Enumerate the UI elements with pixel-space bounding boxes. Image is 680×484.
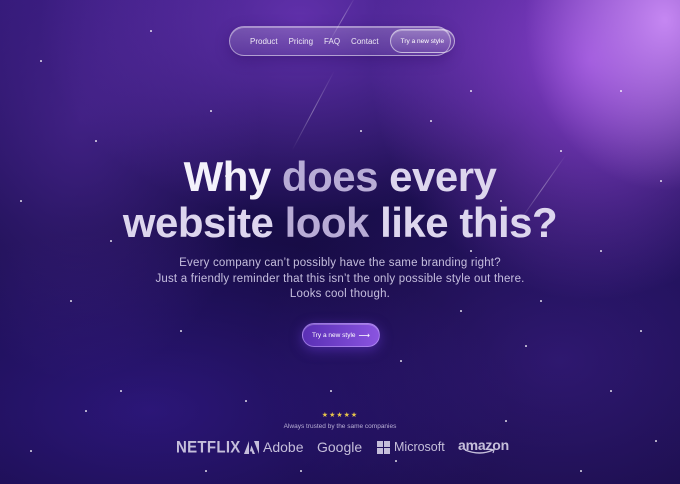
light-streak (291, 70, 335, 151)
arrow-right-icon: ⟶ (358, 330, 370, 340)
logo-netflix: NETFLIX (176, 436, 241, 458)
headline-word: Why (183, 153, 272, 200)
logo-adobe-text: Adobe (263, 439, 304, 455)
logo-google: Google (317, 437, 362, 457)
star-dot (470, 250, 472, 252)
logo-google-text: Google (317, 439, 363, 455)
star-dot (620, 90, 622, 92)
logo-microsoft: Microsoft (377, 437, 445, 457)
star-dot (120, 390, 122, 392)
star-dot (210, 110, 212, 112)
top-nav-bar: Product Pricing FAQ Contact Try a new st… (229, 26, 456, 56)
nav-try-new-style-button[interactable]: Try a new style (389, 29, 456, 53)
star-dot (600, 250, 602, 252)
amazon-smile-icon (464, 449, 495, 454)
star-dot (360, 130, 362, 132)
star-dot (470, 90, 472, 92)
star-dot (430, 120, 432, 122)
adobe-mark-icon (244, 440, 259, 454)
star-dot (150, 30, 152, 32)
headline-word: this? (459, 199, 558, 246)
nav-link-pricing[interactable]: Pricing (289, 37, 313, 46)
star-dot (505, 420, 507, 422)
headline-word: look (284, 199, 370, 246)
hero-subtitle-line-2: Just a friendly reminder that this isn’t… (155, 273, 525, 285)
star-dot (640, 330, 642, 332)
star-dot (330, 390, 332, 392)
headline-word: like (380, 199, 449, 246)
star-dot (30, 450, 32, 452)
star-dot (40, 60, 42, 62)
hero-headline: Why does every website look like this? (0, 154, 680, 246)
star-dot (245, 400, 247, 402)
logo-netflix-text: NETFLIX (176, 437, 241, 457)
logo-amazon: amazon (458, 437, 509, 457)
hero-subtitle-line-3: Looks cool though. (289, 288, 391, 300)
star-dot (460, 310, 462, 312)
hero-cta-label: Try a new style (312, 331, 356, 339)
star-dot (525, 345, 527, 347)
star-dot (580, 470, 582, 472)
star-dot (400, 360, 402, 362)
headline-line-1: Why does every (0, 154, 680, 200)
star-dot (70, 300, 72, 302)
trust-label: Always trusted by the same companies (283, 423, 397, 430)
star-dot (180, 330, 182, 332)
star-dot (205, 470, 207, 472)
microsoft-grid-icon (377, 440, 390, 454)
hero-try-new-style-button[interactable]: Try a new style ⟶ (302, 323, 380, 347)
star-dot (655, 440, 657, 442)
logo-microsoft-text: Microsoft (394, 440, 445, 454)
nav-link-contact[interactable]: Contact (351, 37, 379, 46)
nav-link-faq[interactable]: FAQ (324, 37, 340, 46)
headline-word: every (389, 153, 497, 200)
star-dot (95, 140, 97, 142)
headline-word: website (122, 199, 274, 246)
star-dot (540, 300, 542, 302)
nav-link-product[interactable]: Product (250, 37, 278, 46)
star-dot (395, 460, 397, 462)
headline-word: does (281, 153, 379, 200)
rating-stars: ★★★★★ (321, 412, 359, 419)
headline-line-2: website look like this? (0, 200, 680, 246)
star-dot (560, 150, 562, 152)
star-dot (610, 390, 612, 392)
star-dot (300, 470, 302, 472)
hero-subtitle-line-1: Every company can’t possibly have the sa… (179, 257, 501, 269)
logo-adobe: Adobe (244, 437, 303, 457)
